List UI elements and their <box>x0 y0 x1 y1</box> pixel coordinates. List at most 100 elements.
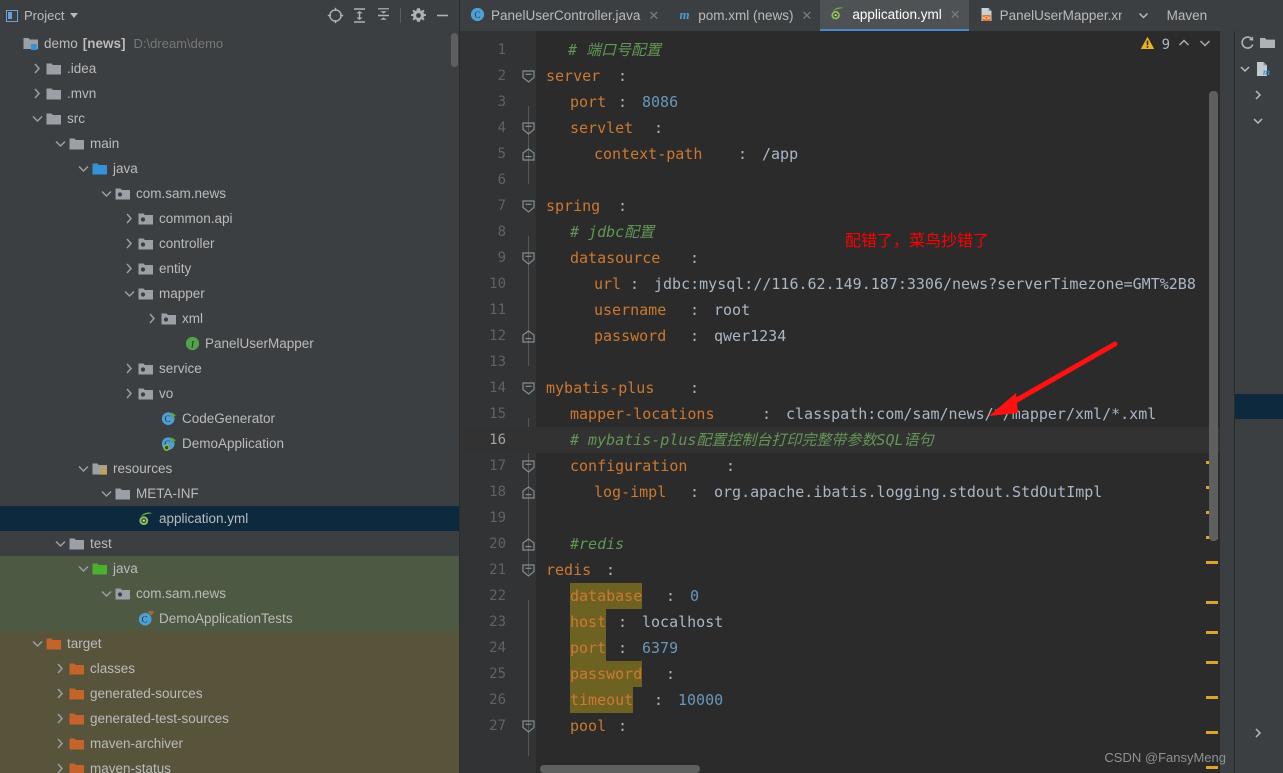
chevron-right-icon[interactable] <box>123 212 136 225</box>
project-tree[interactable]: demo [news] D:\dream\demo .idea .mvn src main j… <box>0 31 460 773</box>
fold-collapse-icon[interactable] <box>522 193 535 219</box>
prev-problem-icon[interactable] <box>1177 36 1191 53</box>
tree-item[interactable]: service <box>0 356 459 381</box>
warning-stripe[interactable] <box>1206 661 1218 664</box>
tree-item[interactable]: java <box>0 156 459 181</box>
warning-stripe[interactable] <box>1206 601 1218 604</box>
chevron-right-icon[interactable] <box>146 312 159 325</box>
tree-item[interactable]: target <box>0 631 459 656</box>
chevron-right-icon[interactable] <box>123 362 136 375</box>
fold-end-icon[interactable] <box>522 531 535 557</box>
maven-project-row[interactable]: m <box>1235 57 1283 83</box>
fold-collapse-icon[interactable] <box>522 557 535 583</box>
chevron-down-icon[interactable] <box>70 13 79 18</box>
chevron-down-icon[interactable] <box>77 162 90 175</box>
chevron-down-icon[interactable] <box>31 637 44 650</box>
chevron-right-icon[interactable] <box>123 262 136 275</box>
expand-all-icon[interactable] <box>348 5 370 27</box>
chevron-right-icon[interactable] <box>1252 89 1264 104</box>
tree-item[interactable]: I PanelUserMapper <box>0 331 459 356</box>
fold-end-icon[interactable] <box>522 479 535 505</box>
editor-hscrollbar-thumb[interactable] <box>540 765 700 773</box>
code-editor[interactable]: 1 2 3 4 5 6 7 8 9 10 11 12 13 14 15 16 17 18 19 20 21 22 23 24 2… <box>460 31 1234 773</box>
maven-node-collapsed[interactable] <box>1235 83 1283 109</box>
editor-tab-pomxml[interactable]: m pom.xml (news) ✕ <box>667 0 820 31</box>
tree-item[interactable]: classes <box>0 656 459 681</box>
fold-end-icon[interactable] <box>522 141 535 167</box>
close-icon[interactable]: ✕ <box>648 8 659 24</box>
settings-icon[interactable] <box>407 5 429 27</box>
maven-folder-icon[interactable] <box>1259 34 1276 54</box>
chevron-down-icon[interactable] <box>54 137 67 150</box>
tree-item[interactable]: demo [news] D:\dream\demo <box>0 31 459 56</box>
chevron-down-icon[interactable] <box>100 187 113 200</box>
tree-item[interactable]: META-INF <box>0 481 459 506</box>
maven-selected-row[interactable] <box>1235 394 1283 419</box>
tree-item[interactable]: controller <box>0 231 459 256</box>
editor-gutter[interactable]: 1 2 3 4 5 6 7 8 9 10 11 12 13 14 15 16 17 18 19 20 21 22 23 24 2… <box>460 31 536 773</box>
chevron-down-icon[interactable] <box>100 587 113 600</box>
tree-item[interactable]: .mvn <box>0 81 459 106</box>
inspection-widget[interactable]: 9 <box>1140 36 1212 53</box>
warning-stripe[interactable] <box>1206 731 1218 734</box>
editor-tab-applicationyml[interactable]: application.yml ✕ <box>820 0 969 31</box>
reload-icon[interactable] <box>1239 34 1256 54</box>
tree-item-selected[interactable]: application.yml <box>0 506 459 531</box>
close-icon[interactable]: ✕ <box>950 7 961 23</box>
tree-item[interactable]: C DemoApplicationTests <box>0 606 459 631</box>
project-tool-title-button[interactable]: Project <box>6 8 79 23</box>
locate-icon[interactable] <box>324 5 346 27</box>
fold-collapse-icon[interactable] <box>522 245 535 271</box>
chevron-right-icon[interactable] <box>54 712 67 725</box>
tab-overflow-chevron-icon[interactable] <box>1130 0 1157 31</box>
chevron-right-icon[interactable] <box>54 687 67 700</box>
chevron-down-icon[interactable] <box>77 562 90 575</box>
warning-stripe[interactable] <box>1206 766 1218 769</box>
maven-tool-window[interactable]: m <box>1234 31 1283 773</box>
chevron-right-icon[interactable] <box>54 762 67 773</box>
close-icon[interactable]: ✕ <box>802 8 813 24</box>
chevron-right-icon[interactable] <box>1252 727 1264 742</box>
chevron-right-icon[interactable] <box>54 662 67 675</box>
chevron-right-icon[interactable] <box>31 87 44 100</box>
warning-stripe[interactable] <box>1206 631 1218 634</box>
tree-item[interactable]: C CodeGenerator <box>0 406 459 431</box>
editor-scrollbar-thumb[interactable] <box>1209 91 1218 541</box>
tree-item[interactable]: src <box>0 106 459 131</box>
error-stripe-margin[interactable] <box>1220 31 1234 773</box>
tree-item[interactable]: xml <box>0 306 459 331</box>
chevron-down-icon[interactable] <box>31 112 44 125</box>
fold-collapse-icon[interactable] <box>522 115 535 141</box>
chevron-down-icon[interactable] <box>54 537 67 550</box>
fold-collapse-icon[interactable] <box>522 453 535 479</box>
tree-item[interactable]: test <box>0 531 459 556</box>
fold-end-icon[interactable] <box>522 323 535 349</box>
tree-item[interactable]: maven-status <box>0 756 459 773</box>
maven-tool-label[interactable]: Maven <box>1157 0 1208 31</box>
tree-item[interactable]: com.sam.news <box>0 181 459 206</box>
maven-node-collapsed-lower[interactable] <box>1235 721 1264 747</box>
tree-item[interactable]: com.sam.news <box>0 581 459 606</box>
tree-item[interactable]: maven-archiver <box>0 731 459 756</box>
chevron-down-icon[interactable] <box>77 462 90 475</box>
tree-item[interactable]: common.api <box>0 206 459 231</box>
tree-item[interactable]: java <box>0 556 459 581</box>
next-problem-icon[interactable] <box>1198 36 1212 53</box>
warning-stripe[interactable] <box>1206 561 1218 564</box>
fold-collapse-icon[interactable] <box>522 713 535 739</box>
chevron-down-icon[interactable] <box>1252 115 1264 130</box>
chevron-right-icon[interactable] <box>54 737 67 750</box>
chevron-down-icon[interactable] <box>1239 63 1251 78</box>
tree-item[interactable]: vo <box>0 381 459 406</box>
editor-tab-panelusercontroller[interactable]: C PanelUserController.java ✕ <box>460 0 667 31</box>
collapse-all-icon[interactable] <box>372 5 394 27</box>
tree-item[interactable]: generated-test-sources <box>0 706 459 731</box>
minimize-icon[interactable] <box>431 5 453 27</box>
chevron-down-icon[interactable] <box>100 487 113 500</box>
chevron-down-icon[interactable] <box>123 287 136 300</box>
fold-collapse-icon[interactable] <box>522 375 535 401</box>
fold-collapse-icon[interactable] <box>522 63 535 89</box>
chevron-right-icon[interactable] <box>123 237 136 250</box>
tree-item[interactable]: generated-sources <box>0 681 459 706</box>
chevron-right-icon[interactable] <box>31 62 44 75</box>
